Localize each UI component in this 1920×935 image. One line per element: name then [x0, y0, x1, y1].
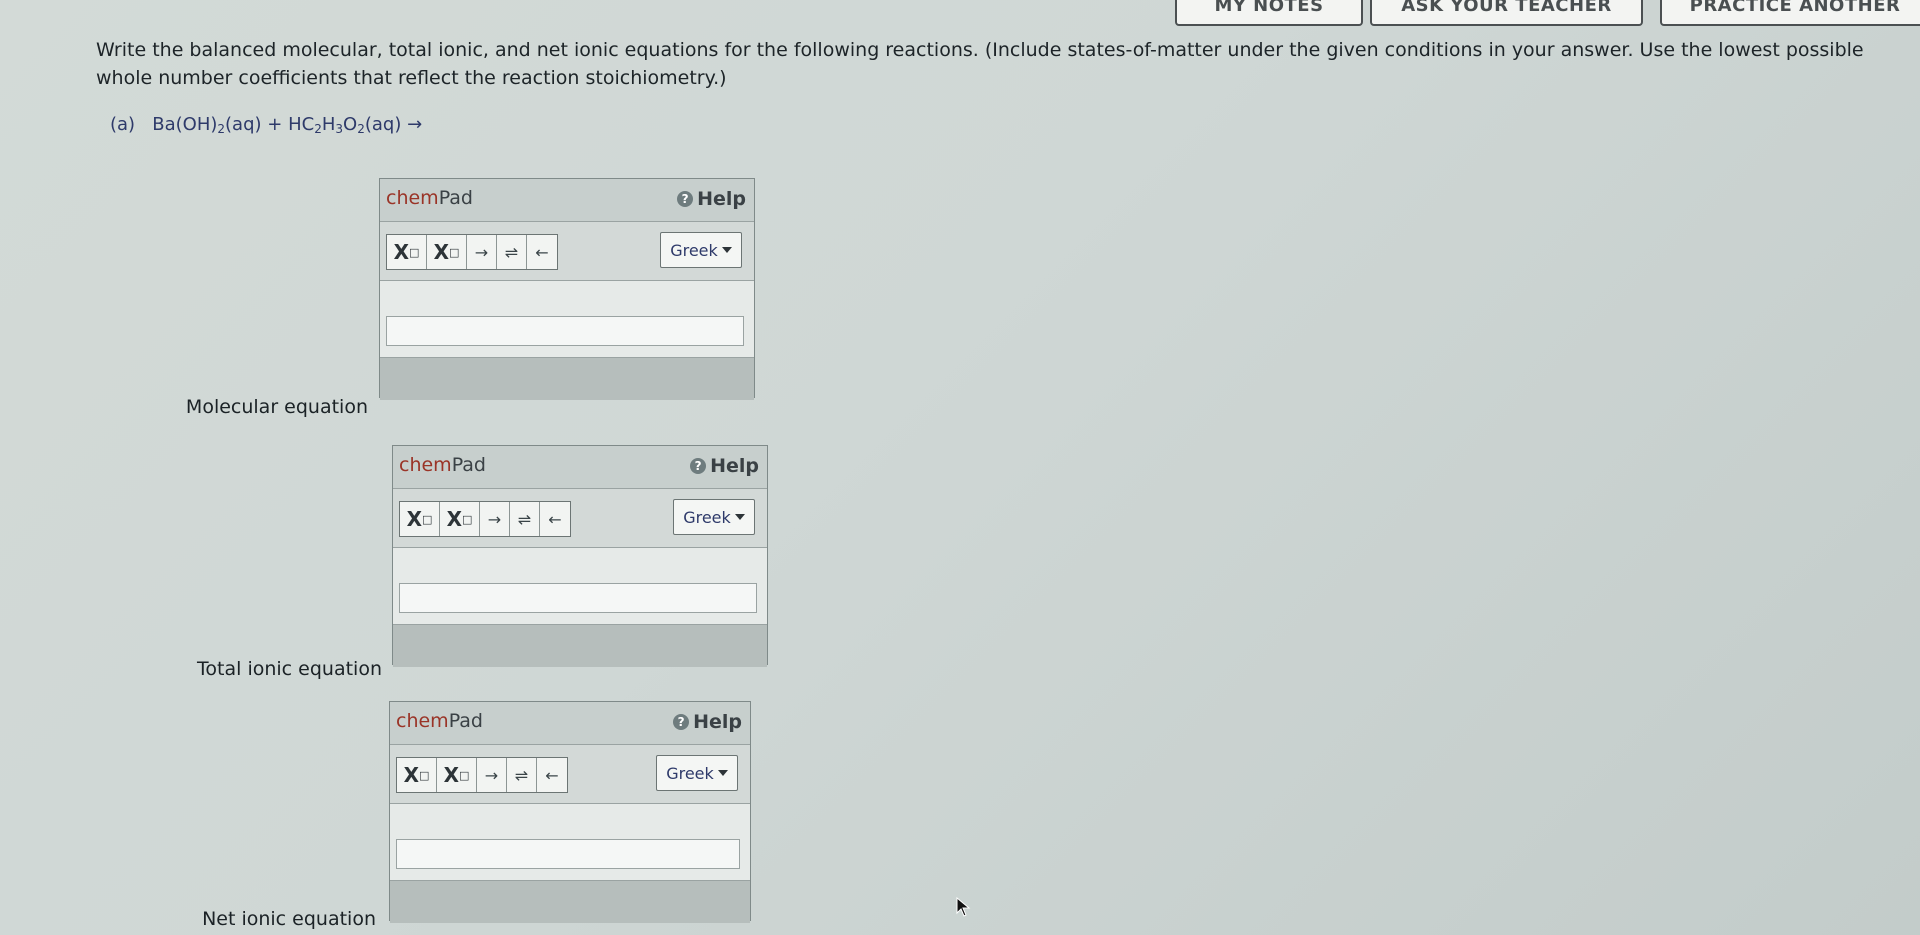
equilibrium-arrow-button[interactable]: ⇌: [497, 235, 527, 269]
plus-sign: +: [267, 114, 283, 135]
chempad-input-area: [393, 548, 767, 624]
format-button-group: X □ X □ → ⇌ ←: [396, 757, 568, 793]
format-button-group: X □ X □ → ⇌ ←: [386, 234, 558, 270]
equilibrium-arrow-button[interactable]: ⇌: [510, 502, 540, 536]
chempad-header: chemPad ? Help: [390, 702, 750, 745]
caret-down-icon: [717, 770, 728, 776]
arrow-right-button[interactable]: →: [467, 235, 497, 269]
question-circle-icon: ?: [673, 714, 690, 730]
net-ionic-equation-input[interactable]: [396, 839, 740, 869]
chempad-input-area: [390, 804, 750, 880]
chempad-toolbar: X □ X □ → ⇌ ← Greek: [390, 745, 750, 804]
chempad-total-ionic: chemPad ? Help X □ X □ → ⇌ ← Greek: [392, 445, 768, 667]
chempad-header: chemPad ? Help: [393, 446, 767, 489]
ask-your-teacher-button[interactable]: ASK YOUR TEACHER: [1370, 0, 1643, 26]
chempad-footer: [380, 357, 754, 400]
subscript-button[interactable]: X □: [387, 235, 427, 269]
chempad-toolbar: X □ X □ → ⇌ ← Greek: [380, 222, 754, 281]
chempad-title: chemPad: [386, 187, 473, 209]
arrow-left-button[interactable]: ←: [540, 502, 570, 536]
page: MY NOTES ASK YOUR TEACHER PRACTICE ANOTH…: [0, 0, 1920, 935]
reaction-arrow: →: [407, 114, 423, 135]
chempad-net-ionic: chemPad ? Help X □ X □ → ⇌ ← Greek: [389, 701, 751, 923]
chempad-footer: [393, 624, 767, 667]
mouse-cursor-icon: [956, 897, 971, 917]
total-ionic-equation-label: Total ionic equation: [197, 658, 382, 680]
equilibrium-arrow-button[interactable]: ⇌: [507, 758, 537, 792]
chempad-input-area: [380, 281, 754, 357]
part-label: (a): [110, 114, 136, 135]
question-instructions: Write the balanced molecular, total ioni…: [96, 39, 1864, 89]
greek-dropdown[interactable]: Greek: [660, 232, 742, 268]
chempad-footer: [390, 880, 750, 923]
arrow-right-button[interactable]: →: [477, 758, 507, 792]
my-notes-button[interactable]: MY NOTES: [1175, 0, 1363, 26]
arrow-left-button[interactable]: ←: [527, 235, 557, 269]
reactant-2: HC2H3O2(aq): [288, 114, 402, 136]
subscript-button[interactable]: X □: [397, 758, 437, 792]
question-circle-icon: ?: [690, 458, 707, 474]
arrow-left-button[interactable]: ←: [537, 758, 567, 792]
chempad-title: chemPad: [399, 454, 486, 476]
format-button-group: X □ X □ → ⇌ ←: [399, 501, 571, 537]
question-circle-icon: ?: [677, 191, 694, 207]
greek-dropdown[interactable]: Greek: [656, 755, 738, 791]
molecular-equation-label: Molecular equation: [185, 396, 368, 418]
arrow-right-button[interactable]: →: [480, 502, 510, 536]
total-ionic-equation-input[interactable]: [399, 583, 757, 613]
caret-down-icon: [721, 247, 732, 253]
subscript-button[interactable]: X □: [400, 502, 440, 536]
help-button[interactable]: ? Help: [677, 188, 746, 210]
chempad-title: chemPad: [396, 710, 483, 732]
chempad-toolbar: X □ X □ → ⇌ ← Greek: [393, 489, 767, 548]
superscript-button[interactable]: X □: [427, 235, 467, 269]
chempad-header: chemPad ? Help: [380, 179, 754, 222]
greek-dropdown[interactable]: Greek: [673, 499, 755, 535]
molecular-equation-input[interactable]: [386, 316, 744, 346]
net-ionic-equation-label: Net ionic equation: [202, 908, 376, 930]
superscript-button[interactable]: X □: [440, 502, 480, 536]
practice-another-button[interactable]: PRACTICE ANOTHER: [1660, 0, 1920, 26]
superscript-button[interactable]: X □: [437, 758, 477, 792]
reactant-1: Ba(OH)2(aq): [152, 114, 262, 136]
chempad-molecular: chemPad ? Help X □ X □ → ⇌ ← Greek: [379, 178, 755, 400]
caret-down-icon: [734, 514, 745, 520]
help-button[interactable]: ? Help: [673, 711, 742, 733]
reaction-line: (a) Ba(OH)2(aq) + HC2H3O2(aq) →: [110, 114, 422, 136]
help-button[interactable]: ? Help: [690, 455, 759, 477]
